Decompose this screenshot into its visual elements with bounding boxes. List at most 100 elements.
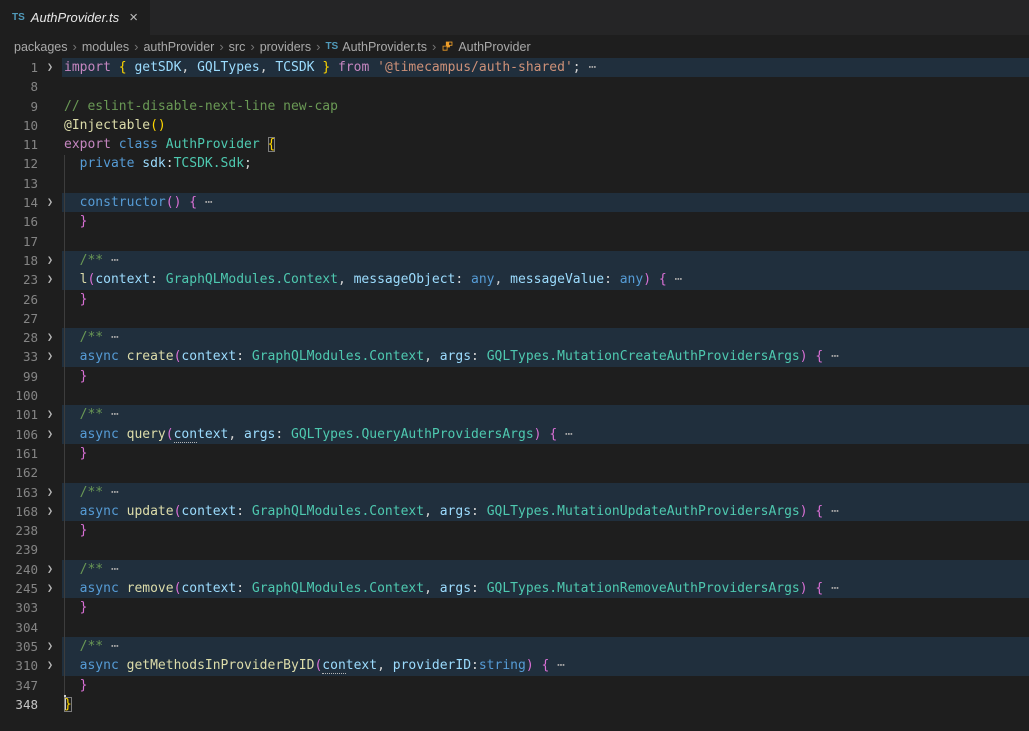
fold-gutter [38, 676, 62, 695]
code-line-304[interactable]: 304 [0, 618, 1029, 637]
code-line-10[interactable]: 10 @Injectable() [0, 116, 1029, 135]
breadcrumb-separator-icon: › [73, 39, 77, 54]
code-text: } [62, 212, 1029, 231]
fold-chevron-icon[interactable]: ❯ [38, 483, 62, 502]
code-line-348[interactable]: 348} [0, 695, 1029, 714]
code-line-18[interactable]: 18❯ /** ⋯ [0, 251, 1029, 270]
breadcrumb-separator-icon: › [134, 39, 138, 54]
fold-chevron-icon[interactable]: ❯ [38, 405, 62, 424]
tab-authprovider[interactable]: TS AuthProvider.ts × [0, 0, 150, 35]
fold-chevron-icon[interactable]: ❯ [38, 193, 62, 212]
code-line-33[interactable]: 33❯ async create(context: GraphQLModules… [0, 347, 1029, 366]
code-line-168[interactable]: 168❯ async update(context: GraphQLModule… [0, 502, 1029, 521]
code-line-14[interactable]: 14❯ constructor() { ⋯ [0, 193, 1029, 212]
code-text: } [62, 695, 1029, 714]
code-line-245[interactable]: 245❯ async remove(context: GraphQLModule… [0, 579, 1029, 598]
fold-gutter [38, 290, 62, 309]
folded-code-text: async query(context, args: GQLTypes.Quer… [62, 425, 1029, 444]
fold-chevron-icon[interactable]: ❯ [38, 270, 62, 289]
fold-chevron-icon[interactable]: ❯ [38, 251, 62, 270]
code-line-17[interactable]: 17 [0, 232, 1029, 251]
line-number: 16 [0, 212, 38, 231]
line-number: 1 [0, 58, 38, 77]
code-line-239[interactable]: 239 [0, 540, 1029, 559]
code-text: } [62, 367, 1029, 386]
breadcrumb-item-authprovider-ts[interactable]: TSAuthProvider.ts [324, 40, 428, 54]
breadcrumb-item-authprovider[interactable]: authProvider [142, 40, 215, 54]
code-text [62, 540, 1029, 559]
line-number: 239 [0, 540, 38, 559]
line-number: 238 [0, 521, 38, 540]
code-line-99[interactable]: 99 } [0, 367, 1029, 386]
fold-gutter [38, 77, 62, 96]
line-number: 13 [0, 174, 38, 193]
folded-code-text: async create(context: GraphQLModules.Con… [62, 347, 1029, 366]
fold-gutter [38, 135, 62, 154]
fold-chevron-icon[interactable]: ❯ [38, 347, 62, 366]
code-text [62, 77, 1029, 96]
code-line-23[interactable]: 23❯ l(context: GraphQLModules.Context, m… [0, 270, 1029, 289]
bracket-match: } [64, 697, 72, 712]
fold-gutter [38, 174, 62, 193]
close-icon[interactable]: × [129, 10, 138, 25]
code-text [62, 618, 1029, 637]
code-line-28[interactable]: 28❯ /** ⋯ [0, 328, 1029, 347]
fold-gutter [38, 444, 62, 463]
line-number: 33 [0, 347, 38, 366]
line-number: 10 [0, 116, 38, 135]
breadcrumb-label: modules [82, 40, 129, 54]
code-line-238[interactable]: 238 } [0, 521, 1029, 540]
class-symbol-icon [441, 40, 454, 53]
code-line-16[interactable]: 16 } [0, 212, 1029, 231]
fold-chevron-icon[interactable]: ❯ [38, 560, 62, 579]
fold-chevron-icon[interactable]: ❯ [38, 637, 62, 656]
fold-chevron-icon[interactable]: ❯ [38, 579, 62, 598]
code-line-12[interactable]: 12 private sdk:TCSDK.Sdk; [0, 154, 1029, 173]
breadcrumb-item-src[interactable]: src [228, 40, 247, 54]
folded-code-text: async getMethodsInProviderByID(context, … [62, 656, 1029, 675]
code-line-347[interactable]: 347 } [0, 676, 1029, 695]
code-text: } [62, 676, 1029, 695]
fold-chevron-icon[interactable]: ❯ [38, 502, 62, 521]
code-text [62, 309, 1029, 328]
code-text: @Injectable() [62, 116, 1029, 135]
breadcrumb-item-modules[interactable]: modules [81, 40, 130, 54]
fold-gutter [38, 618, 62, 637]
line-number: 348 [0, 695, 38, 714]
breadcrumb-label: authProvider [143, 40, 214, 54]
code-line-9[interactable]: 9// eslint-disable-next-line new-cap [0, 97, 1029, 116]
folded-code-text: constructor() { ⋯ [62, 193, 1029, 212]
fold-chevron-icon[interactable]: ❯ [38, 425, 62, 444]
code-line-240[interactable]: 240❯ /** ⋯ [0, 560, 1029, 579]
breadcrumb: packages›modules›authProvider›src›provid… [0, 35, 1029, 58]
code-line-163[interactable]: 163❯ /** ⋯ [0, 483, 1029, 502]
breadcrumb-item-authprovider[interactable]: AuthProvider [440, 40, 531, 54]
editor[interactable]: 1❯import { getSDK, GQLTypes, TCSDK } fro… [0, 58, 1029, 714]
code-line-11[interactable]: 11export class AuthProvider { [0, 135, 1029, 154]
code-line-26[interactable]: 26 } [0, 290, 1029, 309]
fold-chevron-icon[interactable]: ❯ [38, 656, 62, 675]
code-line-27[interactable]: 27 [0, 309, 1029, 328]
code-text: } [62, 444, 1029, 463]
code-line-303[interactable]: 303 } [0, 598, 1029, 617]
code-line-100[interactable]: 100 [0, 386, 1029, 405]
code-line-13[interactable]: 13 [0, 174, 1029, 193]
code-line-106[interactable]: 106❯ async query(context, args: GQLTypes… [0, 425, 1029, 444]
breadcrumb-separator-icon: › [432, 39, 436, 54]
breadcrumb-item-packages[interactable]: packages [13, 40, 69, 54]
code-line-161[interactable]: 161 } [0, 444, 1029, 463]
code-line-310[interactable]: 310❯ async getMethodsInProviderByID(cont… [0, 656, 1029, 675]
breadcrumb-label: AuthProvider.ts [342, 40, 427, 54]
line-number: 11 [0, 135, 38, 154]
code-line-1[interactable]: 1❯import { getSDK, GQLTypes, TCSDK } fro… [0, 58, 1029, 77]
code-line-101[interactable]: 101❯ /** ⋯ [0, 405, 1029, 424]
code-line-8[interactable]: 8 [0, 77, 1029, 96]
code-text: } [62, 598, 1029, 617]
line-number: 305 [0, 637, 38, 656]
breadcrumb-item-providers[interactable]: providers [259, 40, 312, 54]
fold-gutter [38, 386, 62, 405]
code-line-305[interactable]: 305❯ /** ⋯ [0, 637, 1029, 656]
fold-chevron-icon[interactable]: ❯ [38, 328, 62, 347]
fold-chevron-icon[interactable]: ❯ [38, 58, 62, 77]
code-line-162[interactable]: 162 [0, 463, 1029, 482]
